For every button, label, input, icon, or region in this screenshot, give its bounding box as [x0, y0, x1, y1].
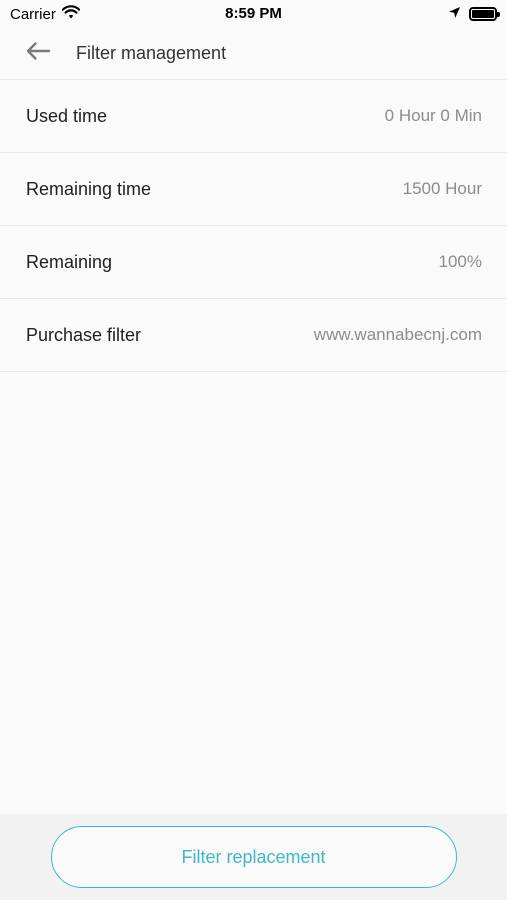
purchase-filter-link[interactable]: www.wannabecnj.com	[314, 325, 482, 345]
filter-info-list: Used time 0 Hour 0 Min Remaining time 15…	[0, 80, 507, 372]
used-time-row: Used time 0 Hour 0 Min	[0, 80, 507, 153]
remaining-label: Remaining	[26, 251, 113, 272]
filter-replacement-button[interactable]: Filter replacement	[50, 826, 457, 888]
status-time: 8:59 PM	[225, 5, 282, 22]
purchase-filter-label: Purchase filter	[26, 324, 142, 345]
remaining-time-label: Remaining time	[26, 178, 152, 199]
nav-bar: Filter management	[0, 28, 507, 80]
remaining-row: Remaining 100%	[0, 226, 507, 299]
status-bar: Carrier 8:59 PM	[0, 0, 507, 28]
screen: Carrier 8:59 PM Filter management Used t…	[0, 0, 507, 900]
purchase-filter-row[interactable]: Purchase filter www.wannabecnj.com	[0, 299, 507, 372]
used-time-label: Used time	[26, 105, 108, 126]
remaining-value: 100%	[438, 252, 482, 271]
used-time-value: 0 Hour 0 Min	[384, 106, 482, 125]
battery-icon	[469, 7, 500, 21]
arrow-left-icon	[25, 41, 51, 66]
remaining-time-row: Remaining time 1500 Hour	[0, 153, 507, 226]
page-title: Filter management	[76, 43, 227, 63]
back-button[interactable]	[0, 28, 76, 80]
remaining-time-value: 1500 Hour	[402, 179, 482, 198]
bottom-action-bar: Filter replacement	[0, 814, 507, 900]
